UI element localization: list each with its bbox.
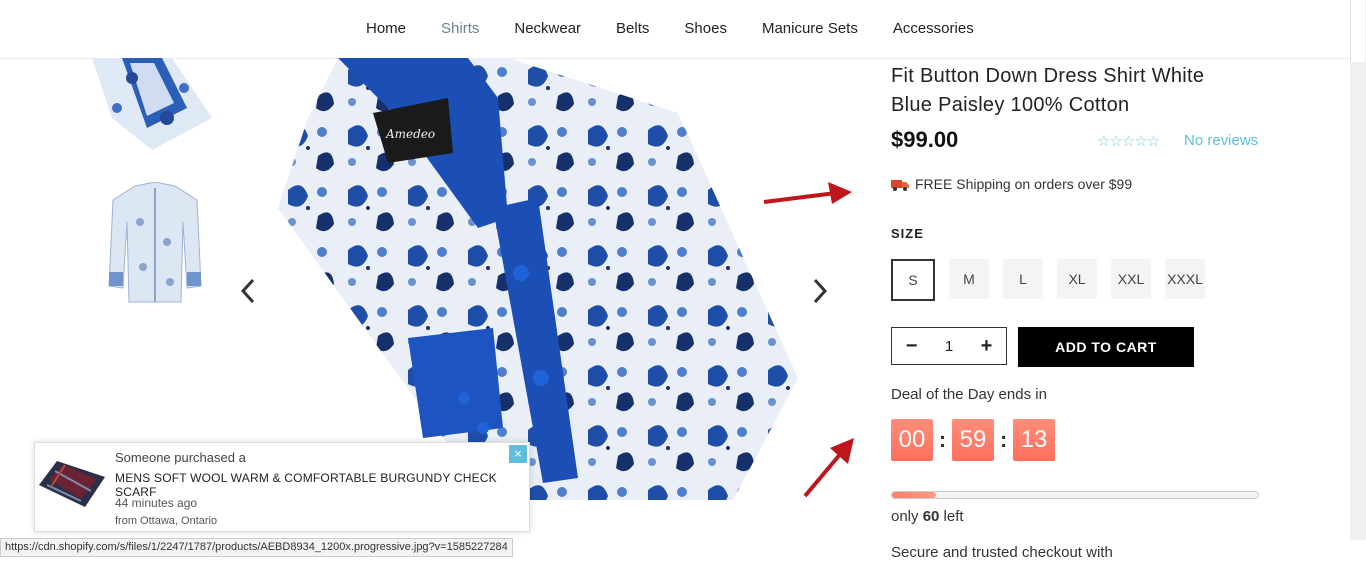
- qty-decrease-button[interactable]: −: [906, 335, 918, 358]
- timer-hours: 00: [891, 419, 933, 461]
- status-bar-url: https://cdn.shopify.com/s/files/1/2247/1…: [0, 538, 513, 557]
- timer-minutes: 59: [952, 419, 994, 461]
- secure-checkout-text: Secure and trusted checkout with: [891, 544, 1113, 561]
- timer-seconds: 13: [1013, 419, 1055, 461]
- product-title-line-2: Blue Paisley 100% Cotton: [891, 94, 1130, 116]
- rating-stars-icon[interactable]: ☆☆☆☆☆: [1097, 132, 1160, 150]
- shipping-text: FREE Shipping on orders over $99: [915, 176, 1133, 192]
- qty-value[interactable]: 1: [945, 338, 953, 355]
- chevron-right-icon: [813, 278, 828, 304]
- stock-suffix: left: [939, 508, 964, 525]
- main-product-image: Amedeo: [278, 58, 798, 500]
- gallery-next-button[interactable]: [812, 278, 828, 309]
- size-option-s[interactable]: S: [891, 259, 935, 301]
- page-scrollbar[interactable]: [1350, 0, 1366, 540]
- reviews-link[interactable]: No reviews: [1184, 132, 1258, 149]
- size-selector: S M L XL XXL XXXL: [891, 259, 1205, 301]
- qty-increase-button[interactable]: +: [981, 335, 993, 358]
- svg-text:Amedeo: Amedeo: [385, 127, 435, 141]
- size-option-xxl[interactable]: XXL: [1111, 259, 1151, 299]
- size-option-l[interactable]: L: [1003, 259, 1043, 299]
- stock-prefix: only: [891, 508, 923, 525]
- size-label: SIZE: [891, 226, 924, 241]
- popup-heading: Someone purchased a: [115, 450, 246, 465]
- shipping-notice: FREE Shipping on orders over $99: [891, 176, 1132, 192]
- size-option-xl[interactable]: XL: [1057, 259, 1097, 299]
- timer-separator: :: [999, 427, 1008, 452]
- nav-menu: Home Shirts Neckwear Belts Shoes Manicur…: [366, 20, 1009, 37]
- product-title: Fit Button Down Dress Shirt White Blue P…: [891, 62, 1291, 120]
- nav-item-shoes[interactable]: Shoes: [684, 20, 727, 37]
- annotation-arrow-icon: [803, 438, 854, 498]
- annotation-arrow-icon: [763, 182, 852, 204]
- gallery-prev-button[interactable]: [240, 278, 256, 309]
- nav-item-manicure-sets[interactable]: Manicure Sets: [762, 20, 858, 37]
- stock-progress-fill: [892, 492, 936, 498]
- thumbnail-1[interactable]: [92, 58, 212, 150]
- product-price: $99.00: [891, 127, 959, 152]
- timer-separator: :: [938, 427, 947, 452]
- deal-countdown-timer: 00 : 59 : 13: [891, 419, 1055, 461]
- size-option-xxxl[interactable]: XXXL: [1165, 259, 1205, 299]
- size-option-m[interactable]: M: [949, 259, 989, 299]
- truck-icon: [891, 178, 909, 191]
- close-icon[interactable]: ×: [509, 445, 527, 463]
- nav-item-neckwear[interactable]: Neckwear: [514, 20, 581, 37]
- deal-countdown-label: Deal of the Day ends in: [891, 386, 1047, 403]
- nav-item-shirts[interactable]: Shirts: [441, 20, 479, 37]
- nav-item-belts[interactable]: Belts: [616, 20, 649, 37]
- product-title-line-1: Fit Button Down Dress Shirt White: [891, 65, 1205, 87]
- add-to-cart-button[interactable]: ADD TO CART: [1018, 327, 1194, 367]
- stock-progress-bar: [891, 491, 1259, 499]
- scrollbar-thumb[interactable]: [1350, 0, 1365, 62]
- thumbnail-2[interactable]: [105, 182, 205, 306]
- quantity-stepper: − 1 +: [891, 327, 1007, 365]
- chevron-left-icon: [240, 278, 255, 304]
- top-nav: Home Shirts Neckwear Belts Shoes Manicur…: [0, 0, 1350, 59]
- popup-time: 44 minutes ago: [115, 496, 198, 510]
- popup-product-name[interactable]: MENS SOFT WOOL WARM & COMFORTABLE BURGUN…: [115, 471, 529, 499]
- recent-purchase-popup[interactable]: Someone purchased a MENS SOFT WOOL WARM …: [34, 442, 530, 532]
- nav-item-accessories[interactable]: Accessories: [893, 20, 974, 37]
- nav-item-home[interactable]: Home: [366, 20, 406, 37]
- scarf-thumbnail: [35, 451, 107, 511]
- popup-location: from Ottawa, Ontario: [115, 515, 218, 527]
- stock-remaining: only 60 left: [891, 508, 964, 525]
- stock-count: 60: [922, 508, 940, 525]
